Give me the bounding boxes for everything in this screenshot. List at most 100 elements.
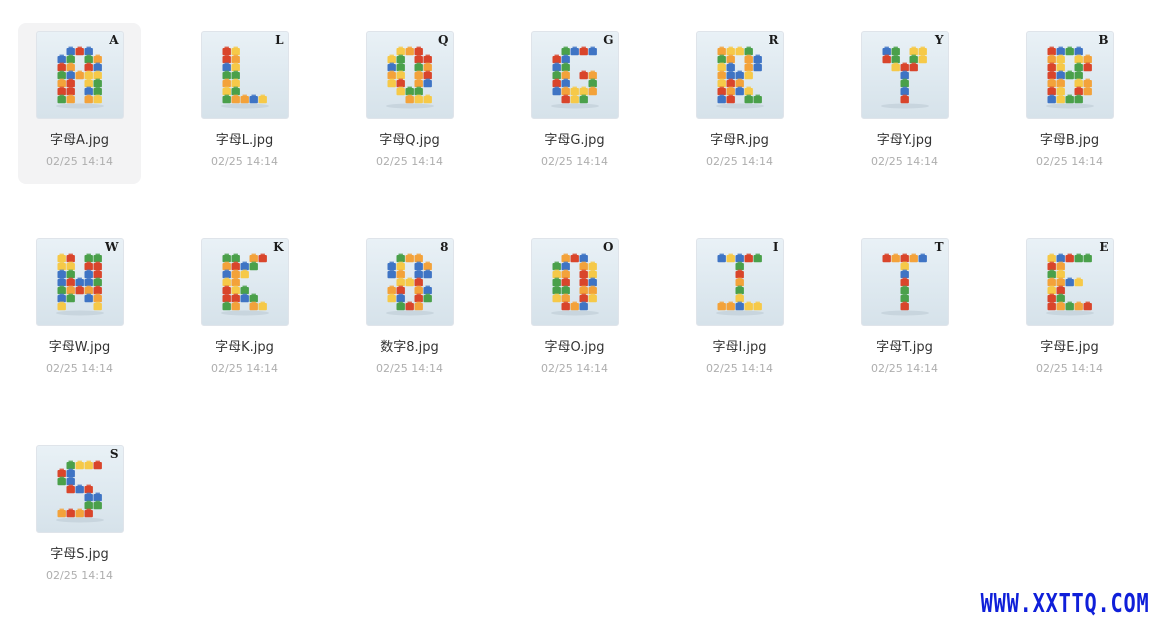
file-thumbnail[interactable]: Y bbox=[860, 31, 949, 119]
brick-block bbox=[753, 56, 762, 64]
brick-block bbox=[231, 48, 240, 56]
brick-stud bbox=[59, 301, 64, 304]
brick-stud bbox=[416, 269, 421, 272]
brick-block bbox=[552, 88, 561, 96]
brick-block bbox=[552, 279, 561, 287]
brick-stud bbox=[719, 70, 724, 73]
brick-stud bbox=[389, 62, 394, 65]
brick-block bbox=[882, 255, 891, 263]
file-item[interactable]: B 字母B.jpg 02/25 14:14 bbox=[1008, 23, 1131, 184]
brick-block bbox=[561, 56, 570, 64]
file-thumbnail[interactable]: S bbox=[35, 445, 124, 533]
file-thumbnail[interactable]: A bbox=[35, 31, 124, 119]
brick-stud bbox=[737, 301, 742, 304]
brick-block bbox=[735, 48, 744, 56]
brick-block bbox=[909, 56, 918, 64]
brick-block bbox=[423, 80, 432, 88]
file-thumbnail[interactable]: W bbox=[35, 238, 124, 326]
file-item[interactable]: E 字母E.jpg 02/25 14:14 bbox=[1008, 230, 1131, 391]
file-thumbnail[interactable]: L bbox=[200, 31, 289, 119]
brick-stud bbox=[728, 94, 733, 97]
file-item[interactable]: 8 数字8.jpg 02/25 14:14 bbox=[348, 230, 471, 391]
brick-stud bbox=[86, 86, 91, 89]
brick-stud bbox=[389, 285, 394, 288]
file-modified-time: 02/25 14:14 bbox=[376, 155, 443, 168]
file-name[interactable]: 字母S.jpg bbox=[50, 547, 109, 563]
file-thumbnail[interactable]: K bbox=[200, 238, 289, 326]
file-item[interactable]: R 字母R.jpg 02/25 14:14 bbox=[678, 23, 801, 184]
file-name[interactable]: 字母Q.jpg bbox=[379, 133, 439, 149]
brick-stud bbox=[902, 94, 907, 97]
brick-block bbox=[1056, 80, 1065, 88]
file-name[interactable]: 字母Y.jpg bbox=[877, 133, 933, 149]
brick-stud bbox=[920, 46, 925, 49]
brick-stud bbox=[1085, 62, 1090, 65]
brick-block bbox=[1083, 88, 1092, 96]
file-item[interactable]: Y 字母Y.jpg 02/25 14:14 bbox=[843, 23, 966, 184]
brick-block bbox=[552, 64, 561, 72]
file-name[interactable]: 数字8.jpg bbox=[380, 340, 439, 356]
brick-block bbox=[588, 287, 597, 295]
file-thumbnail[interactable]: E bbox=[1025, 238, 1114, 326]
brick-block bbox=[66, 88, 75, 96]
brick-stud bbox=[398, 261, 403, 264]
file-thumbnail[interactable]: O bbox=[530, 238, 619, 326]
file-item[interactable]: T 字母T.jpg 02/25 14:14 bbox=[843, 230, 966, 391]
brick-block bbox=[93, 72, 102, 80]
brick-block bbox=[75, 462, 84, 470]
file-name[interactable]: 字母L.jpg bbox=[216, 133, 274, 149]
file-name[interactable]: 字母I.jpg bbox=[712, 340, 766, 356]
brick-block bbox=[726, 64, 735, 72]
file-item[interactable]: I 字母I.jpg 02/25 14:14 bbox=[678, 230, 801, 391]
file-item[interactable]: A 字母A.jpg 02/25 14:14 bbox=[18, 23, 141, 184]
file-name[interactable]: 字母O.jpg bbox=[545, 340, 605, 356]
brick-block bbox=[744, 56, 753, 64]
file-name[interactable]: 字母E.jpg bbox=[1040, 340, 1098, 356]
thumb-shadow bbox=[55, 517, 104, 523]
file-item[interactable]: L 字母L.jpg 02/25 14:14 bbox=[183, 23, 306, 184]
watermark-logo: WWW.XXTTQ.COM bbox=[980, 589, 1149, 619]
file-name[interactable]: 字母G.jpg bbox=[544, 133, 604, 149]
file-item[interactable]: Q 字母Q.jpg 02/25 14:14 bbox=[348, 23, 471, 184]
brick-block bbox=[726, 96, 735, 104]
file-name[interactable]: 字母W.jpg bbox=[49, 340, 111, 356]
brick-block bbox=[552, 263, 561, 271]
brick-block bbox=[66, 80, 75, 88]
file-item[interactable]: W 字母W.jpg 02/25 14:14 bbox=[18, 230, 141, 391]
brick-block bbox=[588, 72, 597, 80]
thumbnail-corner-letter: L bbox=[275, 33, 284, 47]
brick-stud bbox=[1085, 301, 1090, 304]
brick-stud bbox=[1049, 70, 1054, 73]
brick-stud bbox=[68, 476, 73, 479]
file-name[interactable]: 字母A.jpg bbox=[50, 133, 109, 149]
file-thumbnail[interactable]: R bbox=[695, 31, 784, 119]
brick-stud bbox=[389, 70, 394, 73]
brick-stud bbox=[389, 54, 394, 57]
file-name[interactable]: 字母T.jpg bbox=[876, 340, 933, 356]
file-item[interactable]: K 字母K.jpg 02/25 14:14 bbox=[183, 230, 306, 391]
file-thumbnail[interactable]: T bbox=[860, 238, 949, 326]
brick-stud bbox=[719, 78, 724, 81]
brick-stud bbox=[1067, 70, 1072, 73]
file-thumbnail[interactable]: G bbox=[530, 31, 619, 119]
brick-stud bbox=[398, 86, 403, 89]
file-name[interactable]: 字母R.jpg bbox=[710, 133, 769, 149]
file-item[interactable]: S 字母S.jpg 02/25 14:14 bbox=[18, 437, 141, 598]
brick-stud bbox=[95, 492, 100, 495]
file-thumbnail[interactable]: 8 bbox=[365, 238, 454, 326]
brick-block bbox=[396, 255, 405, 263]
brick-stud bbox=[425, 94, 430, 97]
file-item[interactable]: O 字母O.jpg 02/25 14:14 bbox=[513, 230, 636, 391]
brick-stud bbox=[233, 78, 238, 81]
brick-block bbox=[579, 263, 588, 271]
brick-block bbox=[552, 271, 561, 279]
file-name[interactable]: 字母K.jpg bbox=[215, 340, 274, 356]
brick-stud bbox=[95, 285, 100, 288]
file-item[interactable]: G 字母G.jpg 02/25 14:14 bbox=[513, 23, 636, 184]
file-thumbnail[interactable]: B bbox=[1025, 31, 1114, 119]
file-thumbnail[interactable]: I bbox=[695, 238, 784, 326]
brick-stud bbox=[563, 70, 568, 73]
file-name[interactable]: 字母B.jpg bbox=[1040, 133, 1099, 149]
file-thumbnail[interactable]: Q bbox=[365, 31, 454, 119]
brick-block bbox=[552, 287, 561, 295]
